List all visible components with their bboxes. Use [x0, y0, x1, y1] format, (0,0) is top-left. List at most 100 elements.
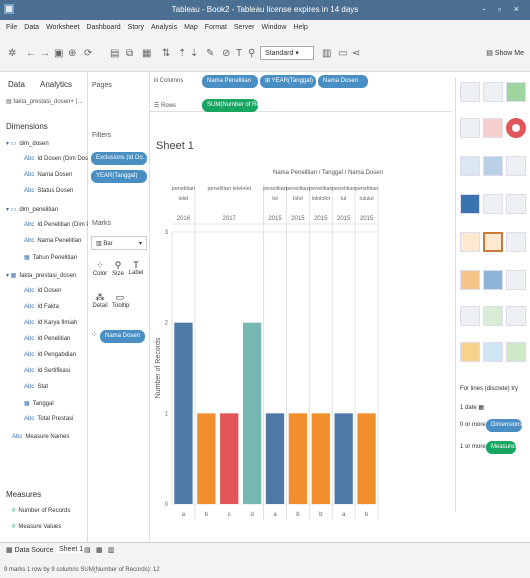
bar[interactable] — [265, 413, 285, 504]
field-stat[interactable]: Abc Stat — [24, 384, 48, 390]
tab-data[interactable]: Data — [8, 80, 25, 89]
duplicate-sheet-icon[interactable]: ⧉ — [126, 48, 133, 59]
field-nama-dosen[interactable]: Abc Nama Dosen — [24, 172, 72, 178]
sort-desc-icon[interactable]: ⇣ — [190, 48, 198, 59]
histogram-thumb[interactable] — [483, 306, 503, 326]
bar[interactable] — [334, 413, 353, 504]
presentation-icon[interactable]: ▭ — [338, 48, 347, 59]
share-icon[interactable]: ⋖ — [352, 48, 360, 59]
label-button[interactable]: T Label — [128, 260, 144, 276]
group-icon[interactable]: ⊘ — [222, 48, 230, 59]
save-icon[interactable]: ▣ — [54, 48, 63, 59]
menu-file[interactable]: File — [6, 24, 17, 31]
field-id-pengabdian[interactable]: Abc Id Pengabdian — [24, 352, 76, 358]
field-tanggal[interactable]: ▦ Tanggal — [24, 400, 54, 407]
highlight-table-thumb[interactable] — [506, 82, 526, 102]
rows-pill-sum-records[interactable]: SUM(Number of Rec... — [202, 99, 258, 112]
lines-continuous-thumb[interactable] — [460, 232, 480, 252]
tab-sheet-1[interactable]: Sheet 1 — [56, 546, 87, 553]
filter-pill-year-tanggal[interactable]: YEAR(Tanggal) — [91, 170, 147, 183]
packed-bubbles-thumb[interactable] — [506, 342, 526, 362]
menu-server[interactable]: Server — [234, 24, 255, 31]
menu-help[interactable]: Help — [293, 24, 307, 31]
undo-icon[interactable]: ← — [26, 48, 36, 59]
pause-updates-icon[interactable]: ⟳ — [84, 48, 92, 59]
new-worksheet-icon[interactable]: ▤ — [110, 48, 119, 59]
columns-pill-nama-penelitian[interactable]: Nama Penelitian — [202, 75, 258, 88]
menu-map[interactable]: Map — [184, 24, 198, 31]
field-total-prestasi[interactable]: Abc Total Prestasi — [24, 416, 73, 422]
area-discrete-thumb[interactable] — [483, 270, 503, 290]
field-number-of-records[interactable]: # Number of Records — [12, 508, 70, 514]
new-story-tab-icon[interactable]: ▥ — [108, 546, 115, 554]
label-icon[interactable]: T — [236, 48, 242, 59]
field-id-penelitian[interactable]: Abc Id Penelitian — [24, 336, 70, 342]
bar[interactable] — [174, 322, 193, 504]
new-datasource-icon[interactable]: ⊕ — [68, 48, 76, 59]
bar[interactable] — [288, 413, 308, 504]
pie-chart-thumb[interactable] — [506, 118, 526, 138]
side-by-side-circles-thumb[interactable] — [506, 194, 526, 214]
field-id-karya-ilmiah[interactable]: Abc Id Karya Ilmiah — [24, 320, 77, 326]
field-id-fakta[interactable]: Abc Id Fakta — [24, 304, 59, 310]
menu-dashboard[interactable]: Dashboard — [86, 24, 120, 31]
field-id-sertifikasi[interactable]: Abc Id Sertifikasi — [24, 368, 70, 374]
bar[interactable] — [311, 413, 330, 504]
dual-lines-thumb[interactable] — [506, 232, 526, 252]
mark-type-select[interactable]: ▥ Bar ▾ — [91, 236, 147, 250]
dual-combination-thumb[interactable] — [506, 270, 526, 290]
heat-map-thumb[interactable] — [483, 82, 503, 102]
bar[interactable] — [197, 413, 216, 504]
columns-pill-year-tanggal[interactable]: ⊞ YEAR(Tanggal) — [260, 75, 316, 88]
tooltip-button[interactable]: ▭ Tooltip — [112, 292, 129, 309]
tab-data-source[interactable]: ▦ Data Source — [6, 546, 53, 554]
menu-format[interactable]: Format — [205, 24, 227, 31]
bar[interactable] — [357, 413, 376, 504]
lines-discrete-thumb[interactable] — [483, 232, 503, 252]
circle-views-thumb[interactable] — [483, 194, 503, 214]
show-cards-icon[interactable]: ▥ — [322, 48, 331, 59]
sort-asc-icon[interactable]: ⇡ — [178, 48, 186, 59]
treemap-thumb[interactable] — [460, 194, 480, 214]
scatter-plot-thumb[interactable] — [460, 306, 480, 326]
menu-story[interactable]: Story — [128, 24, 144, 31]
folder-fakta-prestasi-dosen[interactable]: ▾ ▦ fakta_prestasi_dosen — [6, 272, 76, 279]
color-button[interactable]: ⁘ Color — [92, 260, 108, 277]
box-whisker-thumb[interactable] — [506, 306, 526, 326]
horizontal-bars-thumb[interactable] — [460, 156, 480, 176]
bar[interactable] — [242, 322, 262, 504]
menu-window[interactable]: Window — [262, 24, 287, 31]
detail-button[interactable]: ⁂ Detail — [92, 292, 108, 309]
highlight-icon[interactable]: ✎ — [206, 48, 214, 59]
pin-icon[interactable]: ⚲ — [248, 48, 255, 59]
field-measure-names[interactable]: Abc Measure Names — [12, 434, 69, 440]
text-table-thumb[interactable] — [460, 82, 480, 102]
field-id-dosen[interactable]: Abc Id Dosen — [24, 288, 61, 294]
side-by-side-bars-thumb[interactable] — [506, 156, 526, 176]
show-me-button[interactable]: ▤ Show Me — [486, 49, 524, 57]
symbol-map-thumb[interactable] — [460, 118, 480, 138]
filter-pill-exclusions[interactable]: Exclusions (Id Do.. ⊕ — [91, 152, 147, 165]
filled-map-thumb[interactable] — [483, 118, 503, 138]
menu-worksheet[interactable]: Worksheet — [46, 24, 79, 31]
area-continuous-thumb[interactable] — [460, 270, 480, 290]
columns-pill-nama-dosen[interactable]: Nama Dosen — [318, 75, 368, 88]
field-id-dosen-dim[interactable]: Abc Id Dosen (Dim Dosen) — [24, 156, 97, 162]
folder-dim-penelitian[interactable]: ▾ ▭ dim_penelitian — [6, 206, 58, 213]
datasource-name[interactable]: ▤ fakta_prestasi_dosen+ (... — [6, 98, 83, 105]
menu-analysis[interactable]: Analysis — [151, 24, 177, 31]
bullet-graph-thumb[interactable] — [483, 342, 503, 362]
field-nama-penelitian[interactable]: Abc Nama Penelitian — [24, 238, 81, 244]
swap-icon[interactable]: ⇅ — [162, 48, 170, 59]
stacked-bars-thumb[interactable] — [483, 156, 503, 176]
field-measure-values[interactable]: # Measure Values — [12, 524, 61, 530]
folder-dim-dosen[interactable]: ▾ ▭ dim_dosen — [6, 140, 49, 147]
bar[interactable] — [220, 413, 239, 504]
window-controls[interactable]: - ▫ × — [483, 4, 524, 14]
redo-icon[interactable]: → — [40, 48, 50, 59]
tableau-logo-icon[interactable]: ✲ — [8, 48, 16, 59]
fit-select[interactable]: Standard ▾ — [260, 46, 314, 60]
menu-data[interactable]: Data — [24, 24, 39, 31]
clear-sheet-icon[interactable]: ▦ — [142, 48, 151, 59]
field-status-dosen[interactable]: Abc Status Dosen — [24, 188, 73, 194]
